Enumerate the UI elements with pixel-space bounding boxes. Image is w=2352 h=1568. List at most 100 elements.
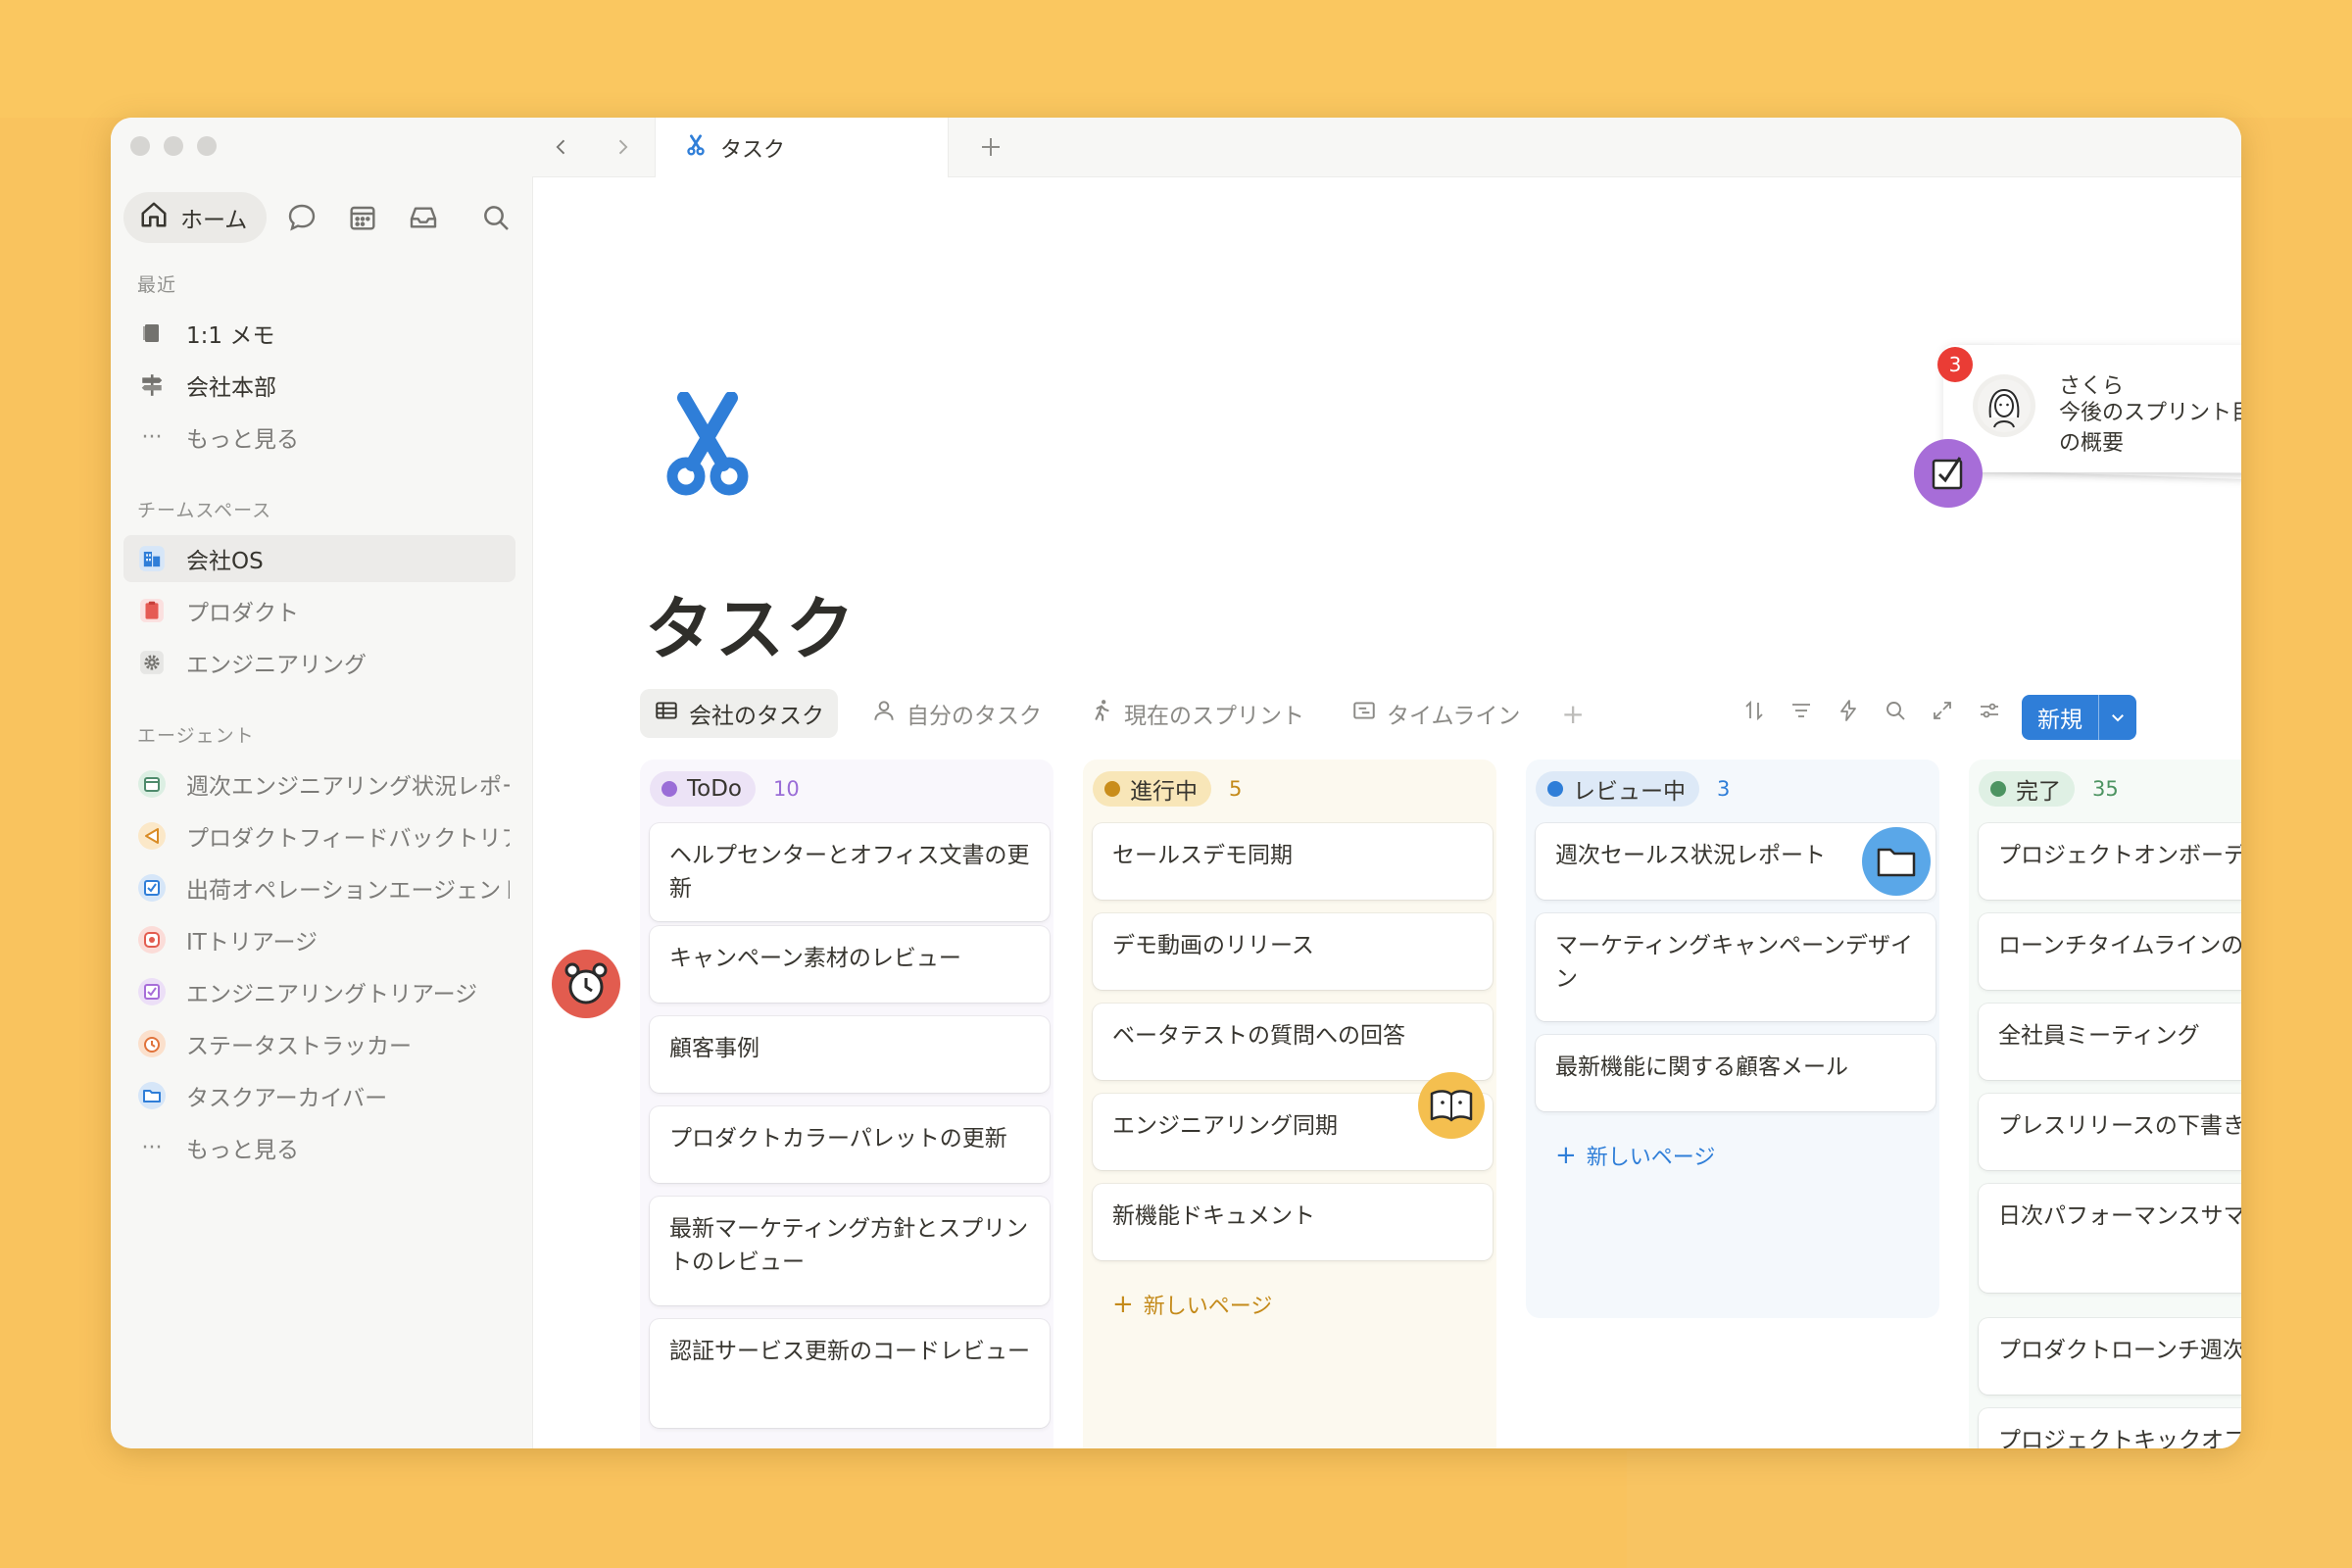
- window-controls: [130, 136, 217, 156]
- task-card[interactable]: 全社員ミーティング: [1979, 1004, 2241, 1080]
- add-view-plus-icon[interactable]: +: [1553, 698, 1592, 730]
- task-card[interactable]: 最新機能に関する顧客メール: [1536, 1035, 1936, 1111]
- task-card-title: デモ動画のリリース: [1112, 933, 1314, 958]
- task-card[interactable]: ベータテストの質問への回答: [1093, 1004, 1493, 1080]
- status-label: 完了: [2016, 779, 2061, 805]
- sidebar-item-label: エンジニアリング: [186, 653, 367, 678]
- minimize-window-button[interactable]: [164, 136, 183, 156]
- task-card-title: プロダクトカラーパレットの更新: [669, 1126, 1007, 1152]
- view-label: タイムライン: [1387, 704, 1521, 729]
- task-card[interactable]: プロダクトローンチ週次: [1979, 1318, 2241, 1395]
- comment-notification[interactable]: さくら 今後のスプリント目標の概要: [1943, 345, 2241, 472]
- new-page-button[interactable]: + 新しいページ: [1093, 1272, 1493, 1337]
- alarm-agent-icon: [137, 1029, 167, 1058]
- calendar-icon[interactable]: [337, 192, 388, 243]
- app-window: ホーム 最近 1:1 メモ 会社本部 ··· もっと見る チームスペース 会社O…: [111, 118, 2241, 1448]
- sidebar-item-label: エンジニアリングトリアージ: [186, 982, 478, 1007]
- view-current-sprint[interactable]: 現在のスプリント: [1075, 689, 1318, 738]
- runner-icon: [1089, 698, 1114, 729]
- search-icon[interactable]: [1883, 698, 1908, 723]
- sidebar-item-label: 出荷オペレーションエージェント: [186, 878, 510, 904]
- status-pill[interactable]: レビュー中: [1536, 771, 1699, 807]
- calendar-agent-icon: [137, 769, 167, 799]
- new-page-button[interactable]: + 新しいページ: [1536, 1123, 1936, 1188]
- view-my-tasks[interactable]: 自分のタスク: [858, 689, 1055, 738]
- sidebar-recent-more[interactable]: ··· もっと見る: [123, 414, 515, 461]
- new-button[interactable]: 新規: [2022, 695, 2098, 740]
- task-card[interactable]: セールスデモ同期: [1093, 823, 1493, 900]
- column-header: 完了 35: [1979, 771, 2119, 807]
- task-card-title: 週次セールス状況レポート: [1555, 843, 1826, 868]
- sidebar-agents-more[interactable]: ··· もっと見る: [123, 1124, 515, 1171]
- alarm-clock-icon: [552, 950, 620, 1018]
- sidebar-agent-engineering-triage[interactable]: エンジニアリングトリアージ: [123, 968, 515, 1015]
- sidebar-item-company-hq[interactable]: 会社本部: [123, 362, 515, 409]
- sidebar-item-label: プロダクト: [186, 601, 299, 626]
- status-label: ToDo: [687, 776, 742, 802]
- sidebar-agent-task-archiver[interactable]: タスクアーカイバー: [123, 1072, 515, 1119]
- settings-sliders-icon[interactable]: [1977, 698, 2002, 723]
- search-icon[interactable]: [470, 192, 521, 243]
- task-card[interactable]: プロジェクトオンボーディング: [1979, 823, 2241, 900]
- filter-icon[interactable]: [1788, 698, 1814, 723]
- scissors-icon[interactable]: [662, 391, 753, 504]
- plus-icon[interactable]: [973, 129, 1008, 165]
- task-card[interactable]: マーケティングキャンペーンデザイン: [1536, 913, 1936, 1021]
- task-card[interactable]: 認証サービス更新のコードレビュー: [650, 1319, 1050, 1428]
- task-card-title: セールスデモ同期: [1112, 843, 1293, 868]
- status-pill[interactable]: 進行中: [1093, 771, 1211, 807]
- task-card[interactable]: プレスリリースの下書き: [1979, 1094, 2241, 1170]
- sidebar-item-label: もっと見る: [186, 427, 299, 453]
- home-button[interactable]: ホーム: [123, 192, 268, 243]
- task-card[interactable]: 顧客事例: [650, 1016, 1050, 1093]
- task-card[interactable]: プロジェクトキックオフ: [1979, 1408, 2241, 1448]
- chevron-down-icon[interactable]: [2098, 695, 2136, 740]
- task-card[interactable]: ヘルプセンターとオフィス文書の更新: [650, 823, 1050, 921]
- column-header: レビュー中 3: [1536, 771, 1730, 807]
- plus-icon: +: [1112, 1290, 1134, 1319]
- back-arrow-icon[interactable]: [544, 129, 579, 165]
- lightning-icon[interactable]: [1836, 698, 1861, 723]
- checkbox-agent-icon: [137, 873, 167, 903]
- view-company-tasks[interactable]: 会社のタスク: [640, 689, 838, 738]
- view-timeline[interactable]: タイムライン: [1338, 689, 1534, 738]
- sidebar-agent-status-tracker[interactable]: ステータストラッカー: [123, 1020, 515, 1067]
- sidebar-item-label: 会社OS: [186, 549, 264, 574]
- sidebar-item-one-on-one[interactable]: 1:1 メモ: [123, 310, 515, 357]
- page-title[interactable]: タスク: [645, 574, 857, 673]
- sidebar-item-company-os[interactable]: 会社OS: [123, 535, 515, 582]
- status-pill[interactable]: ToDo: [650, 771, 756, 807]
- home-label: ホーム: [180, 208, 248, 233]
- task-card[interactable]: デモ動画のリリース: [1093, 913, 1493, 990]
- sidebar-agent-product-feedback-triage[interactable]: プロダクトフィードバックトリアージ: [123, 812, 515, 859]
- tab-tasks[interactable]: タスク: [655, 118, 949, 177]
- sidebar-top-nav: ホーム: [123, 192, 521, 243]
- sidebar-agent-weekly-engineering-report[interactable]: 週次エンジニアリング状況レポート: [123, 760, 515, 808]
- inbox-icon[interactable]: [398, 192, 449, 243]
- zoom-window-button[interactable]: [197, 136, 217, 156]
- task-card[interactable]: キャンペーン素材のレビュー: [650, 926, 1050, 1003]
- view-tabs: 会社のタスク 自分のタスク 現在のスプリント タイムライン +: [640, 689, 1592, 738]
- task-card[interactable]: ローンチタイムラインの確定: [1979, 913, 2241, 990]
- task-card[interactable]: 最新マーケティング方針とスプリントのレビュー: [650, 1197, 1050, 1305]
- close-window-button[interactable]: [130, 136, 150, 156]
- sidebar-agent-it-triage[interactable]: ITトリアージ: [123, 916, 515, 963]
- expand-icon[interactable]: [1930, 698, 1955, 723]
- sidebar-item-product[interactable]: プロダクト: [123, 587, 515, 634]
- task-card-title: 認証サービス更新のコードレビュー: [669, 1339, 1030, 1364]
- view-label: 自分のタスク: [906, 704, 1042, 729]
- sidebar-agent-shipping-operations[interactable]: 出荷オペレーションエージェント: [123, 864, 515, 911]
- task-card[interactable]: 日次パフォーマンスサマリーレポート: [1979, 1184, 2241, 1293]
- sidebar-item-label: もっと見る: [186, 1138, 299, 1163]
- sort-icon[interactable]: [1741, 698, 1767, 723]
- avatar: [1973, 374, 2035, 437]
- task-card-title: 最新機能に関する顧客メール: [1555, 1054, 1848, 1080]
- forward-arrow-icon[interactable]: [605, 129, 640, 165]
- agents-section-label: エージェント: [137, 725, 255, 747]
- person-icon: [871, 698, 897, 729]
- sidebar-item-engineering[interactable]: エンジニアリング: [123, 639, 515, 686]
- task-card[interactable]: 新機能ドキュメント: [1093, 1184, 1493, 1260]
- status-pill[interactable]: 完了: [1979, 771, 2075, 807]
- chat-icon[interactable]: [276, 192, 327, 243]
- task-card[interactable]: プロダクトカラーパレットの更新: [650, 1106, 1050, 1183]
